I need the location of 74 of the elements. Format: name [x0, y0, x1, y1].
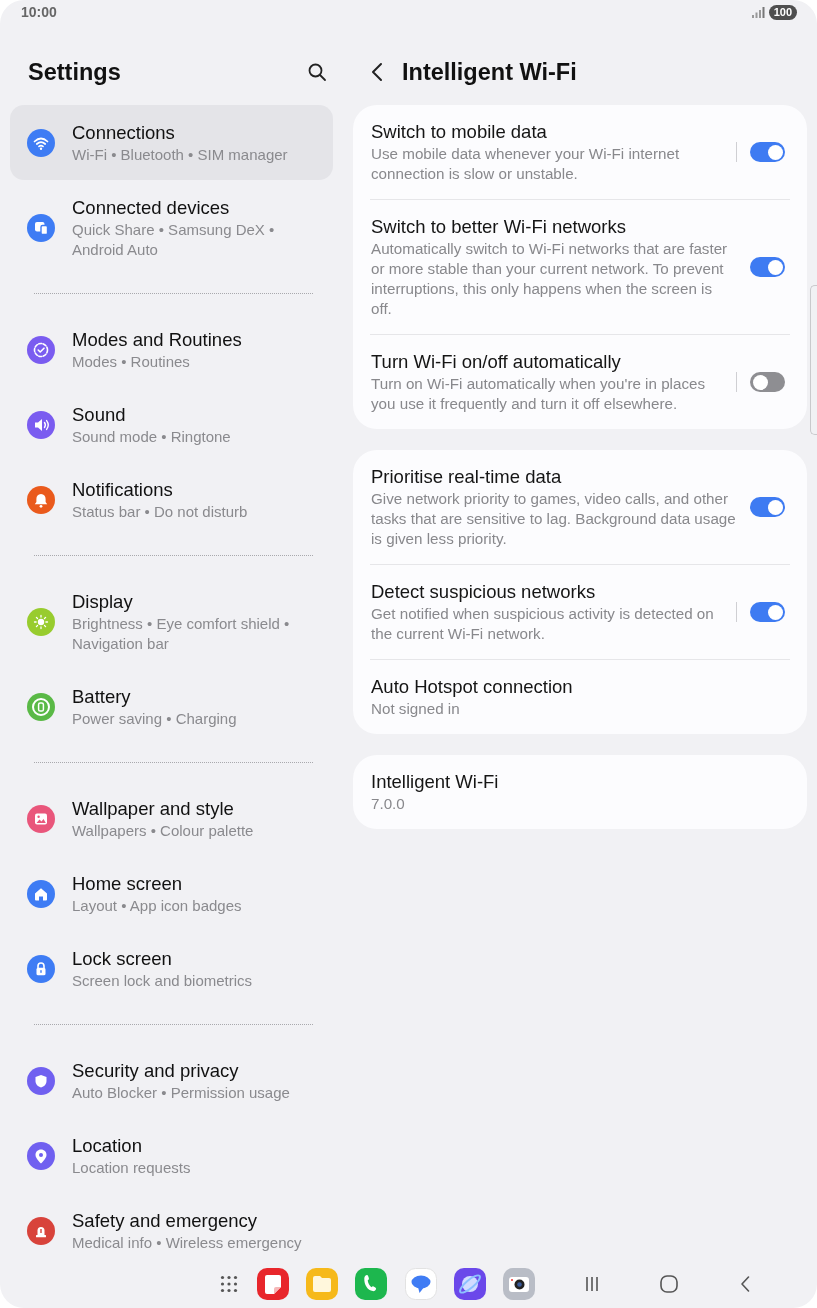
item-subtitle: Brightness • Eye comfort shield • Navigation bar: [72, 614, 291, 654]
item-subtitle: Layout • App icon badges: [72, 896, 242, 916]
apps-grid-icon[interactable]: [220, 1275, 238, 1293]
item-title: Wallpaper and style: [72, 797, 235, 821]
item-subtitle: Screen lock and biometrics: [72, 971, 253, 991]
setting-description: Give network priority to games, video calls, and other tasks that are sensitive to lag. Background data usage is given less priority.: [371, 489, 736, 549]
item-subtitle: Quick Share • Samsung DeX • Android Auto: [72, 220, 276, 260]
status-time: 10:00: [21, 4, 57, 20]
settings-item[interactable]: Wallpaper and style Wallpapers • Colour palette: [10, 781, 333, 856]
item-subtitle: Status bar • Do not disturb: [72, 502, 248, 522]
item-title: Home screen: [72, 872, 183, 896]
item-title: Safety and emergency: [72, 1209, 259, 1233]
settings-item[interactable]: Home screen Layout • App icon badges: [10, 856, 333, 931]
phone-app-icon[interactable]: [355, 1268, 387, 1300]
item-subtitle: Wallpapers • Colour palette: [72, 821, 254, 841]
item-subtitle: Modes • Routines: [72, 352, 191, 372]
settings-item[interactable]: Display Brightness • Eye comfort shield • Navigation bar: [10, 574, 333, 669]
setting-title: Auto Hotspot connection: [371, 675, 574, 699]
item-subtitle: Medical info • Wireless emergency: [72, 1233, 302, 1253]
item-subtitle: Sound mode • Ringtone: [72, 427, 231, 447]
toggle-switch[interactable]: [750, 497, 785, 517]
item-title: Security and privacy: [72, 1059, 240, 1083]
notes-app-icon[interactable]: [257, 1268, 289, 1300]
signal-bars-icon: [751, 6, 765, 18]
settings-item[interactable]: Connections Wi-Fi • Bluetooth • SIM manager: [10, 105, 333, 180]
item-title: Display: [72, 590, 134, 614]
battery-indicator: 100: [768, 4, 797, 20]
setting-description: Automatically switch to Wi-Fi networks that are faster or more stable than your current network. To prevent interruptions, this only happens when the screen is off.: [371, 239, 729, 319]
item-title: Battery: [72, 685, 132, 709]
camera-app-icon[interactable]: [503, 1268, 535, 1300]
settings-item[interactable]: Battery Power saving • Charging: [10, 669, 333, 744]
search-icon[interactable]: [307, 62, 327, 82]
item-subtitle: Power saving • Charging: [72, 709, 237, 729]
setting-title: Turn Wi-Fi on/off automatically: [371, 350, 622, 374]
item-title: Notifications: [72, 478, 174, 502]
settings-item[interactable]: Notifications Status bar • Do not disturb: [10, 462, 333, 537]
setting-description: Use mobile data whenever your Wi-Fi internet connection is slow or unstable.: [371, 144, 681, 184]
vertical-bars-icon[interactable]: [585, 1276, 599, 1292]
item-title: Lock screen: [72, 947, 173, 971]
item-subtitle: Auto Blocker • Permission usage: [72, 1083, 290, 1103]
item-title: Connected devices: [72, 196, 231, 220]
toggle-switch[interactable]: [750, 372, 785, 392]
chevron-left-icon[interactable]: [740, 1276, 750, 1292]
settings-item[interactable]: Connected devices Quick Share • Samsung DeX • Android Auto: [10, 180, 333, 275]
setting-description: Turn on Wi-Fi automatically when you're in places you use it frequently and turn it off elsewhere.: [371, 374, 707, 414]
pane-title: Settings: [28, 58, 121, 86]
chat-bubble-app-icon[interactable]: [405, 1268, 437, 1300]
item-subtitle: Wi-Fi • Bluetooth • SIM manager: [72, 145, 288, 165]
planet-app-icon[interactable]: [454, 1268, 486, 1300]
setting-description: Get notified when suspicious activity is detected on the current Wi-Fi network.: [371, 604, 715, 644]
settings-item[interactable]: Security and privacy Auto Blocker • Permission usage: [10, 1043, 333, 1118]
toggle-switch[interactable]: [750, 142, 785, 162]
rounded-square-icon[interactable]: [660, 1275, 678, 1293]
setting-title: Intelligent Wi-Fi: [371, 770, 500, 794]
chevron-left-icon[interactable]: [371, 62, 383, 82]
item-subtitle: Location requests: [72, 1158, 191, 1178]
setting-title: Switch to mobile data: [371, 120, 548, 144]
settings-item[interactable]: Sound Sound mode • Ringtone: [10, 387, 333, 462]
settings-item[interactable]: Lock screen Screen lock and biometrics: [10, 931, 333, 1006]
setting-description: Not signed in: [371, 699, 461, 719]
setting-description: 7.0.0: [371, 794, 406, 814]
toggle-switch[interactable]: [750, 602, 785, 622]
settings-item[interactable]: Modes and Routines Modes • Routines: [10, 312, 333, 387]
setting-title: Prioritise real-time data: [371, 465, 563, 489]
settings-item[interactable]: Location Location requests: [10, 1118, 333, 1193]
toggle-switch[interactable]: [750, 257, 785, 277]
setting-title: Switch to better Wi-Fi networks: [371, 215, 627, 239]
item-title: Modes and Routines: [72, 328, 242, 352]
item-title: Connections: [72, 121, 176, 145]
settings-item[interactable]: Safety and emergency Medical info • Wireless emergency: [10, 1193, 333, 1260]
item-title: Location: [72, 1134, 143, 1158]
page-title: Intelligent Wi-Fi: [402, 58, 577, 86]
item-title: Sound: [72, 403, 127, 427]
setting-title: Detect suspicious networks: [371, 580, 597, 604]
